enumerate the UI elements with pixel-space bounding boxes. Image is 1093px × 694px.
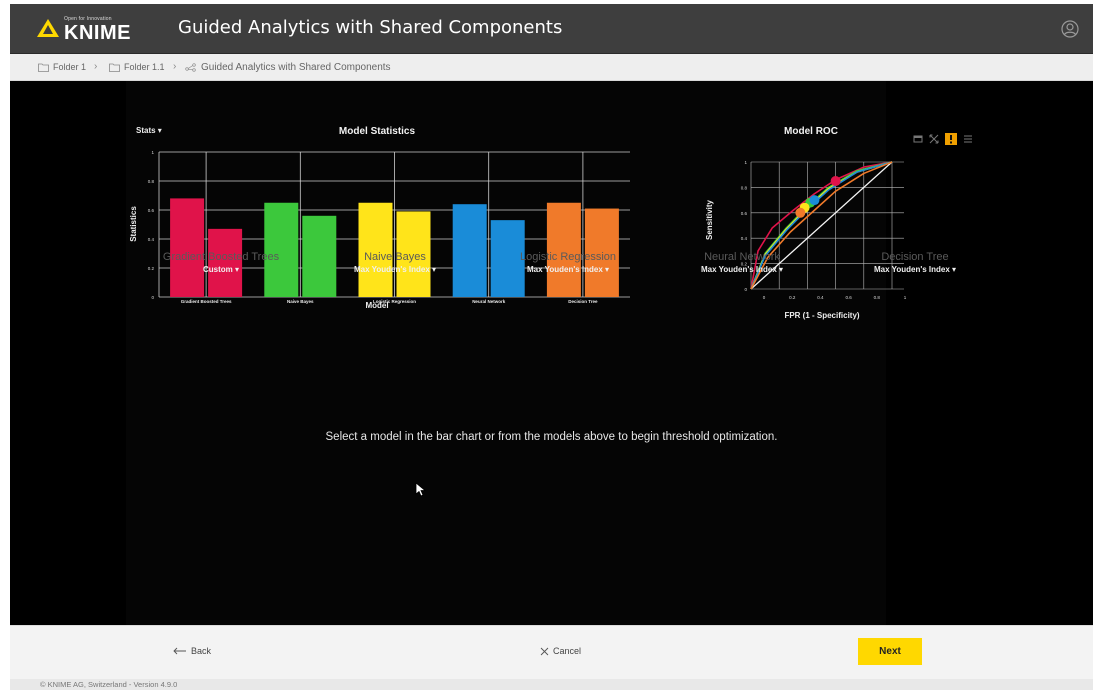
knime-webportal-app: Open for Innovation KNIME Guided Analyti… — [10, 4, 1093, 690]
x-tick-label: 0.4 — [817, 295, 824, 300]
roc-markers[interactable] — [795, 176, 841, 218]
x-axis-label: FPR (1 - Specificity) — [784, 311, 859, 320]
y-axis-label: Sensitivity — [705, 199, 714, 240]
menu-icon[interactable] — [963, 134, 973, 144]
wizard-footer: Back Cancel Next — [10, 625, 1093, 679]
arrow-left-icon — [173, 647, 186, 655]
warning-icon[interactable] — [945, 133, 957, 145]
threshold-dropdown[interactable]: Max Youden's Index ▾ — [830, 265, 1000, 274]
threshold-dropdown[interactable]: Max Youden's Index ▾ — [657, 265, 827, 274]
selection-icon[interactable] — [913, 134, 923, 144]
y-tick-label: 1 — [744, 160, 747, 165]
model-selector-decision-tree[interactable]: Decision Tree Max Youden's Index ▾ — [830, 251, 1000, 274]
threshold-dropdown[interactable]: Max Youden's Index ▾ — [483, 265, 653, 274]
y-tick-label: 0.6 — [741, 211, 748, 216]
threshold-marker[interactable] — [809, 195, 820, 206]
model-selector-gradient-boosted-trees[interactable]: Gradient Boosted Trees Custom ▾ — [136, 251, 306, 274]
chart-toolbar — [913, 133, 973, 145]
close-icon — [540, 647, 549, 655]
chart-title: Model ROC — [784, 126, 838, 137]
x-tick-label: 0.2 — [789, 295, 796, 300]
model-name: Naive Bayes — [364, 251, 426, 263]
model-roc-chart[interactable]: Model ROC 0 0.2 0.4 0.6 0.8 1 00.20.40.60.81 … — [10, 4, 1093, 694]
threshold-dropdown[interactable]: Custom ▾ — [136, 265, 306, 274]
copyright-bar: © KNIME AG, Switzerland - Version 4.9.0 — [10, 679, 1093, 690]
back-label: Back — [191, 646, 212, 656]
cancel-label: Cancel — [553, 646, 582, 656]
mouse-pointer-icon — [415, 482, 427, 497]
model-name: Logistic Regression — [520, 251, 616, 263]
model-selector-naive-bayes[interactable]: Naive Bayes Max Youden's Index ▾ — [310, 251, 480, 274]
back-button[interactable]: Back — [173, 646, 211, 656]
x-tick-label: 0.6 — [845, 295, 852, 300]
x-tick-label: 0.8 — [874, 295, 881, 300]
next-button[interactable]: Next — [858, 638, 922, 665]
x-tick-label: 1 — [904, 295, 907, 300]
model-name: Decision Tree — [881, 251, 949, 263]
roc-x-ticks: 0 0.2 0.4 0.6 0.8 1 — [763, 295, 907, 300]
threshold-marker[interactable] — [795, 207, 806, 218]
cancel-button[interactable]: Cancel — [540, 646, 581, 656]
instruction-text: Select a model in the bar chart or from … — [325, 431, 778, 443]
model-name: Neural Network — [704, 251, 780, 263]
model-selector-logistic-regression[interactable]: Logistic Regression Max Youden's Index ▾ — [483, 251, 653, 274]
fullscreen-icon[interactable] — [929, 134, 939, 144]
threshold-marker[interactable] — [830, 176, 841, 187]
y-tick-label: 0.4 — [741, 236, 748, 241]
x-tick-label: 0 — [763, 295, 766, 300]
model-name: Gradient Boosted Trees — [162, 251, 280, 263]
model-selector-neural-network[interactable]: Neural Network Max Youden's Index ▾ — [657, 251, 827, 274]
y-tick-label: 0.8 — [741, 185, 748, 190]
copyright-text: © KNIME AG, Switzerland - Version 4.9.0 — [40, 680, 178, 689]
model-selector-row: Gradient Boosted Trees Custom ▾ Naive Ba… — [10, 251, 1093, 287]
threshold-dropdown[interactable]: Max Youden's Index ▾ — [310, 265, 480, 274]
y-tick-label: 0 — [744, 287, 747, 292]
